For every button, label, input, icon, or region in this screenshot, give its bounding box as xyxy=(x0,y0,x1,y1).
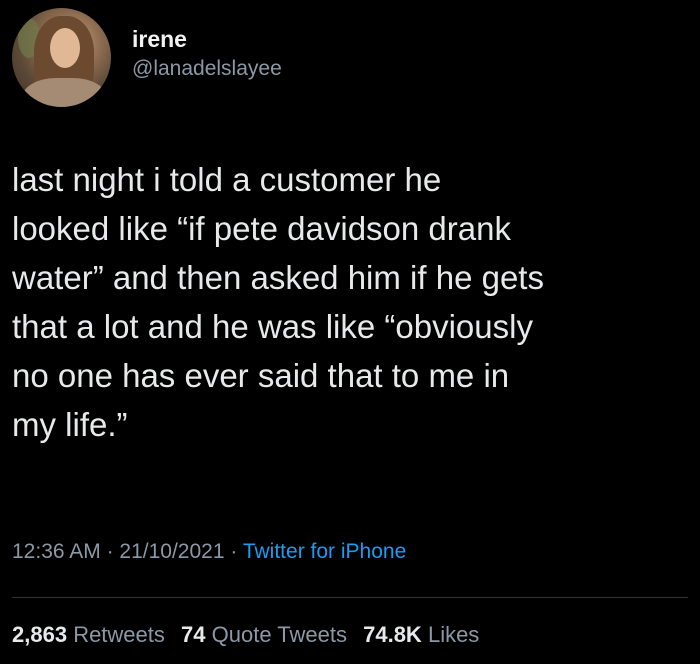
retweets-label: Retweets xyxy=(73,622,165,647)
author-display-name[interactable]: irene xyxy=(132,25,282,53)
tweet-text-line: my life.” xyxy=(12,406,128,443)
likes-label: Likes xyxy=(427,622,480,647)
tweet-text-line: no one has ever said that to me in xyxy=(12,357,510,394)
tweet-text: last night i told a customer he looked l… xyxy=(12,155,692,449)
quote-tweets-stat[interactable]: 74 Quote Tweets xyxy=(181,622,347,647)
tweet-text-line: looked like “if pete davidson drank xyxy=(12,210,511,247)
tweet-date[interactable]: 21/10/2021 xyxy=(119,540,224,563)
avatar[interactable] xyxy=(12,8,111,107)
tweet-stats: 2,863 Retweets 74 Quote Tweets 74.8K Lik… xyxy=(12,620,479,650)
avatar-shoulder xyxy=(22,78,107,107)
retweets-stat[interactable]: 2,863 Retweets xyxy=(12,622,165,647)
author-handle[interactable]: @lanadelslayee xyxy=(132,55,282,83)
tweet-text-line: last night i told a customer he xyxy=(12,161,442,198)
tweet-text-line: water” and then asked him if he gets xyxy=(12,259,544,296)
meta-separator: · xyxy=(230,540,238,563)
tweet-text-line: that a lot and he was like “obviously xyxy=(12,308,533,345)
likes-count: 74.8K xyxy=(363,622,422,647)
divider xyxy=(12,597,688,598)
tweet-source-link[interactable]: Twitter for iPhone xyxy=(243,540,406,563)
tweet-meta: 12:36 AM · 21/10/2021 · Twitter for iPho… xyxy=(12,537,406,567)
retweets-count: 2,863 xyxy=(12,622,68,647)
tweet-card: irene @lanadelslayee last night i told a… xyxy=(0,0,700,664)
avatar-face xyxy=(50,28,80,68)
meta-separator: · xyxy=(106,540,114,563)
quote-tweets-count: 74 xyxy=(181,622,206,647)
tweet-time[interactable]: 12:36 AM xyxy=(12,540,101,563)
author-names: irene @lanadelslayee xyxy=(132,25,282,83)
likes-stat[interactable]: 74.8K Likes xyxy=(363,622,479,647)
quote-tweets-label: Quote Tweets xyxy=(211,622,347,647)
tweet-header: irene @lanadelslayee xyxy=(12,8,282,107)
